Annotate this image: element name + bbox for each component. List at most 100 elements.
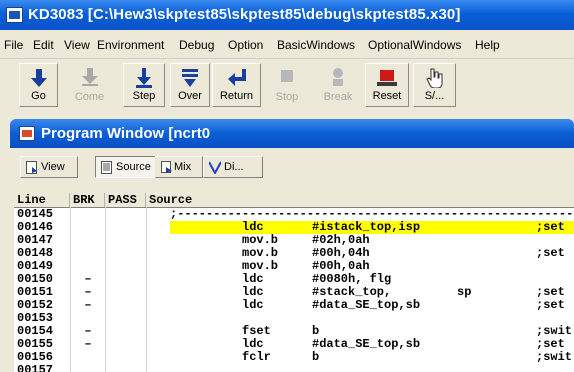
brk-marker[interactable] (72, 260, 104, 273)
column-header-line[interactable]: Line (14, 193, 70, 207)
brk-marker[interactable]: – (72, 273, 104, 286)
s-label: S/... (424, 90, 445, 102)
view-button[interactable]: View (20, 156, 78, 178)
return-button[interactable]: Return (212, 63, 261, 107)
comment: ;set (536, 298, 565, 312)
source-text: ldc #data_SE_top,sb ;set (170, 299, 574, 312)
brk-marker[interactable]: – (72, 325, 104, 338)
source-row[interactable]: 00148 mov.b #00h,04h ;set (14, 247, 574, 260)
brk-marker[interactable] (72, 312, 104, 325)
operand-extra: sp (457, 285, 472, 299)
source-row[interactable]: 00152 – ldc #data_SE_top,sb ;set (14, 299, 574, 312)
return-label: Return (219, 90, 254, 102)
menu-optionalwindows[interactable]: OptionalWindows (368, 38, 461, 52)
mnemonic: fclr (242, 350, 271, 364)
source-text: mov.b #02h,0ah (170, 234, 574, 247)
program-window-icon (19, 126, 35, 141)
over-label: Over (178, 90, 202, 102)
brk-marker[interactable] (72, 208, 104, 221)
go-button[interactable]: Go (19, 63, 58, 107)
line-number: 00153 (17, 312, 54, 325)
step-icon (136, 68, 152, 88)
app-icon[interactable] (6, 7, 23, 23)
brk-marker[interactable] (72, 247, 104, 260)
source-row[interactable]: 00155 – ldc #data_SE_top,sb ;set (14, 338, 574, 351)
menu-view[interactable]: View (64, 38, 90, 52)
brk-marker[interactable]: – (72, 338, 104, 351)
brk-marker[interactable] (72, 351, 104, 364)
source-button[interactable]: Source (95, 156, 157, 178)
come-button[interactable]: Come (69, 63, 110, 107)
brk-marker[interactable]: – (72, 299, 104, 312)
mix-icon (161, 161, 172, 173)
source-row[interactable]: 00153 (14, 312, 574, 325)
hand-icon (425, 68, 442, 88)
menu-basicwindows[interactable]: BasicWindows (277, 38, 355, 52)
brk-marker[interactable] (72, 234, 104, 247)
menu-environment[interactable]: Environment (97, 38, 164, 52)
menu-edit[interactable]: Edit (33, 38, 54, 52)
source-text (170, 364, 574, 372)
source-row[interactable]: 00151– ldc #stack_top, sp ;set (14, 286, 574, 299)
brk-marker[interactable] (72, 221, 104, 234)
source-row[interactable]: 00145 ;----------------------------------… (14, 208, 574, 234)
current-line-row[interactable]: 00146 ldc #istack_top,isp ;set (14, 221, 574, 234)
line-number: 00154 (17, 325, 54, 338)
over-button[interactable]: Over (170, 63, 210, 107)
column-header-pass[interactable]: PASS (105, 193, 146, 207)
program-window-titlebar[interactable]: Program Window [ncrt0 (10, 119, 574, 148)
line-number: 00152 (17, 299, 54, 312)
source-row[interactable]: 00149 mov.b #00h,0ah (14, 260, 574, 273)
reset-button[interactable]: Reset (365, 63, 409, 107)
column-header-source[interactable]: Source (146, 193, 574, 207)
source-row[interactable]: 00154– fset b ;swit (14, 325, 574, 338)
operand: #data_SE_top,sb (312, 298, 421, 312)
reset-label: Reset (372, 90, 402, 102)
break-label: Break (323, 91, 353, 103)
title-bar[interactable]: KD3083 [C:\Hew3\skptest85\skptest85\debu… (0, 0, 574, 30)
menu-bar: File Edit View Environment Debug Option … (0, 30, 574, 59)
source-row[interactable]: 00157 (14, 364, 574, 372)
menu-option[interactable]: Option (228, 38, 263, 52)
source-text: ldc #data_SE_top,sb ;set (170, 338, 574, 351)
disasm-icon (209, 161, 221, 174)
go-label: Go (31, 90, 46, 102)
step-label: Step (132, 90, 156, 102)
s-button[interactable]: S/... (413, 63, 456, 107)
column-header-brk[interactable]: BRK (70, 193, 105, 207)
menu-file[interactable]: File (4, 38, 23, 52)
stop-button[interactable]: Stop (266, 63, 308, 107)
break-icon (333, 68, 343, 86)
view-toolbar: View Source Mix Di... (10, 148, 574, 183)
brk-marker[interactable]: – (72, 286, 104, 299)
program-window-title: Program Window [ncrt0 (41, 125, 211, 142)
menu-debug[interactable]: Debug (179, 38, 214, 52)
reset-icon (377, 70, 397, 86)
line-number: 00155 (17, 338, 54, 351)
source-row[interactable]: 00147 mov.b #02h,0ah (14, 234, 574, 247)
source-row[interactable]: 00150– ldc #0080h, flg (14, 273, 574, 286)
line-number: 00156 (17, 351, 54, 364)
arrow-down-icon (30, 69, 47, 87)
disassemble-button-label: Di... (224, 161, 244, 173)
step-button[interactable]: Step (123, 63, 165, 107)
window-title: KD3083 [C:\Hew3\skptest85\skptest85\debu… (28, 6, 461, 23)
come-label: Come (74, 91, 105, 103)
line-number: 00148 (17, 247, 54, 260)
mnemonic: ldc (242, 298, 264, 312)
disassemble-button[interactable]: Di... (203, 156, 263, 178)
source-icon (101, 161, 112, 174)
line-number: 00145 (17, 208, 54, 221)
line-number: 00151 (17, 286, 54, 299)
brk-marker[interactable] (72, 364, 104, 372)
mix-button-label: Mix (174, 161, 192, 173)
break-button[interactable]: Break (316, 63, 360, 107)
line-number: 00150 (17, 273, 54, 286)
mix-button[interactable]: Mix (155, 156, 203, 178)
grid-header: Line BRK PASS Source (14, 193, 574, 208)
debug-toolbar: Go Come Step Over Return Stop Break Rese… (0, 59, 574, 111)
menu-help[interactable]: Help (475, 38, 500, 52)
source-row[interactable]: 00156 fclr b ;swit (14, 351, 574, 364)
line-number: 00147 (17, 234, 54, 247)
line-number: 00149 (17, 260, 54, 273)
